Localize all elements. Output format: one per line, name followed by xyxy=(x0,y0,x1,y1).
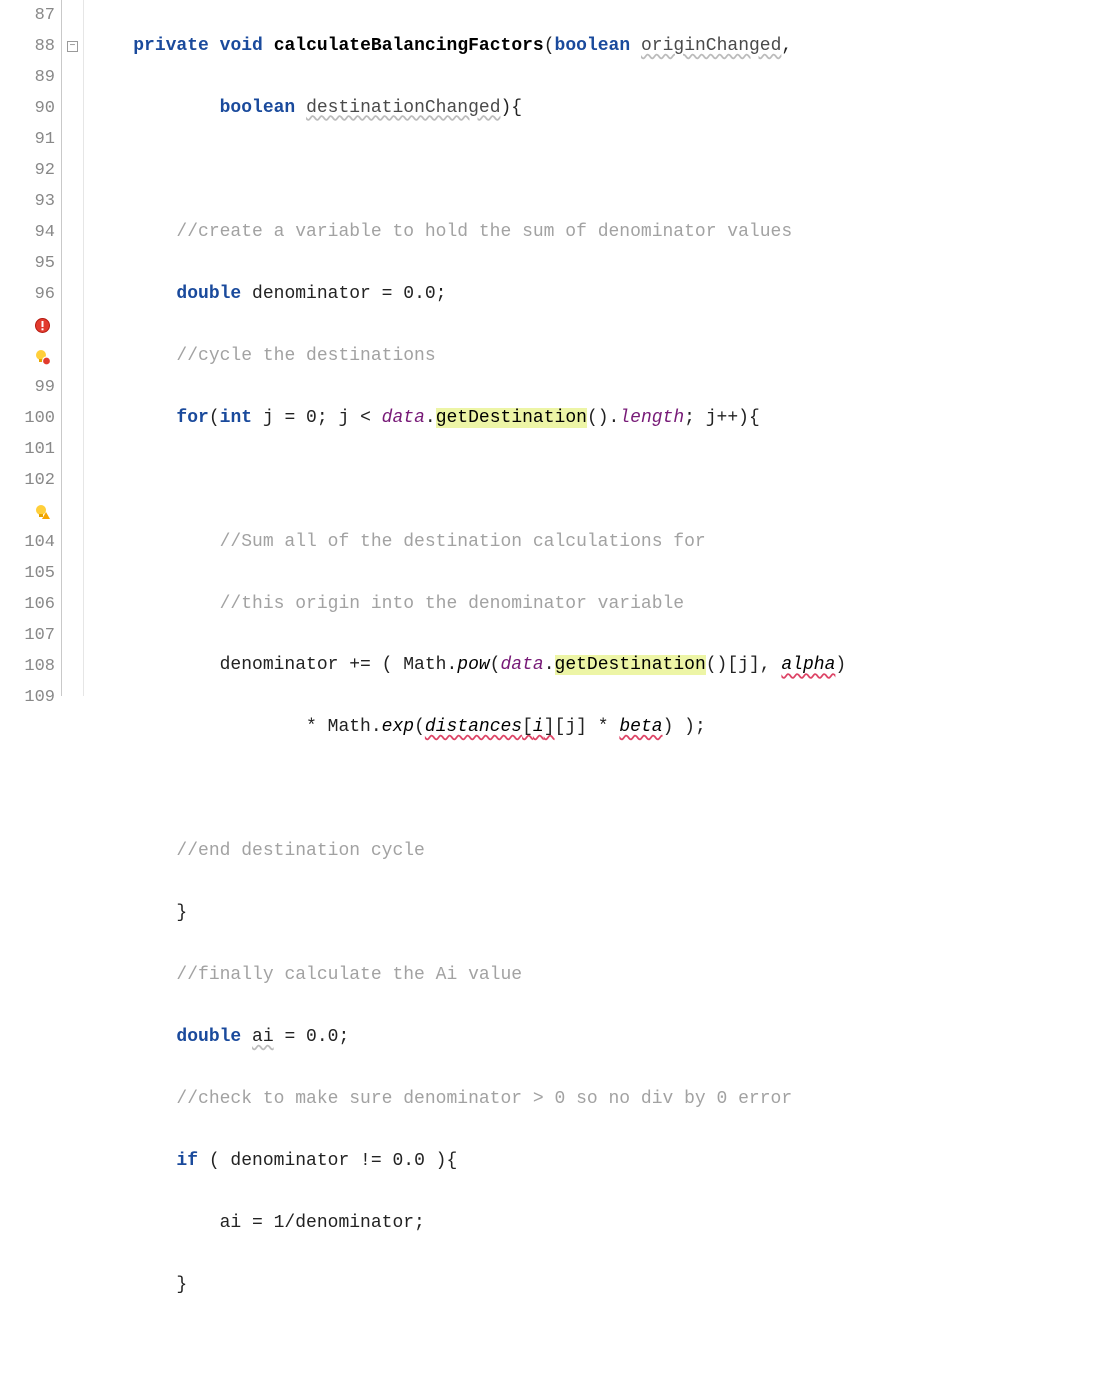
code-line xyxy=(90,774,1106,805)
line-number: 92 xyxy=(0,155,55,186)
code-line: //Sum all of the destination calculation… xyxy=(90,527,1106,558)
code-line: //end destination cycle xyxy=(90,836,1106,867)
line-number: 102 xyxy=(0,465,55,496)
line-number: 90 xyxy=(0,93,55,124)
code-line: //check to make sure denominator > 0 so … xyxy=(90,1084,1106,1115)
line-number: 88 xyxy=(0,31,55,62)
line-number: 100 xyxy=(0,403,55,434)
quickfix-bulb-error-icon[interactable] xyxy=(0,341,55,372)
code-editor[interactable]: private void calculateBalancingFactors(b… xyxy=(84,0,1106,696)
line-number: 91 xyxy=(0,124,55,155)
line-number: 93 xyxy=(0,186,55,217)
code-line: //finally calculate the Ai value xyxy=(90,960,1106,991)
line-number: 108 xyxy=(0,651,55,682)
line-number: 89 xyxy=(0,62,55,93)
line-number: 101 xyxy=(0,434,55,465)
code-line: * Math.exp(distances[i][j] * beta) ); xyxy=(90,712,1106,743)
line-number: 96 xyxy=(0,279,55,310)
error-gutter-icon[interactable] xyxy=(0,310,55,341)
quickfix-bulb-warning-icon[interactable] xyxy=(0,496,55,527)
code-line: //this origin into the denominator varia… xyxy=(90,589,1106,620)
line-number-gutter: 87 88 89 90 91 92 93 94 95 96 99 100 101… xyxy=(0,0,62,696)
code-line: denominator += ( Math.pow(data.getDestin… xyxy=(90,650,1106,681)
code-line: //create a variable to hold the sum of d… xyxy=(90,217,1106,248)
fold-toggle[interactable]: − xyxy=(62,31,83,62)
line-number: 104 xyxy=(0,527,55,558)
code-line xyxy=(90,1332,1106,1363)
line-number: 95 xyxy=(0,248,55,279)
code-line: boolean destinationChanged){ xyxy=(90,93,1106,124)
code-line: //cycle the destinations xyxy=(90,341,1106,372)
line-number: 106 xyxy=(0,589,55,620)
line-number: 109 xyxy=(0,682,55,713)
line-number: 87 xyxy=(0,0,55,31)
code-line: if ( denominator != 0.0 ){ xyxy=(90,1146,1106,1177)
code-line xyxy=(90,155,1106,186)
line-number: 107 xyxy=(0,620,55,651)
code-line: private void calculateBalancingFactors(b… xyxy=(90,31,1106,62)
code-line: double ai = 0.0; xyxy=(90,1022,1106,1053)
line-number: 94 xyxy=(0,217,55,248)
code-line: for(int j = 0; j < data.getDestination()… xyxy=(90,403,1106,434)
code-line: double denominator = 0.0; xyxy=(90,279,1106,310)
code-line: ai = 1/denominator; xyxy=(90,1208,1106,1239)
code-line: } xyxy=(90,1270,1106,1301)
code-line xyxy=(90,465,1106,496)
fold-gutter: − xyxy=(62,0,84,696)
line-number: 105 xyxy=(0,558,55,589)
code-line: } xyxy=(90,898,1106,929)
line-number: 99 xyxy=(0,372,55,403)
